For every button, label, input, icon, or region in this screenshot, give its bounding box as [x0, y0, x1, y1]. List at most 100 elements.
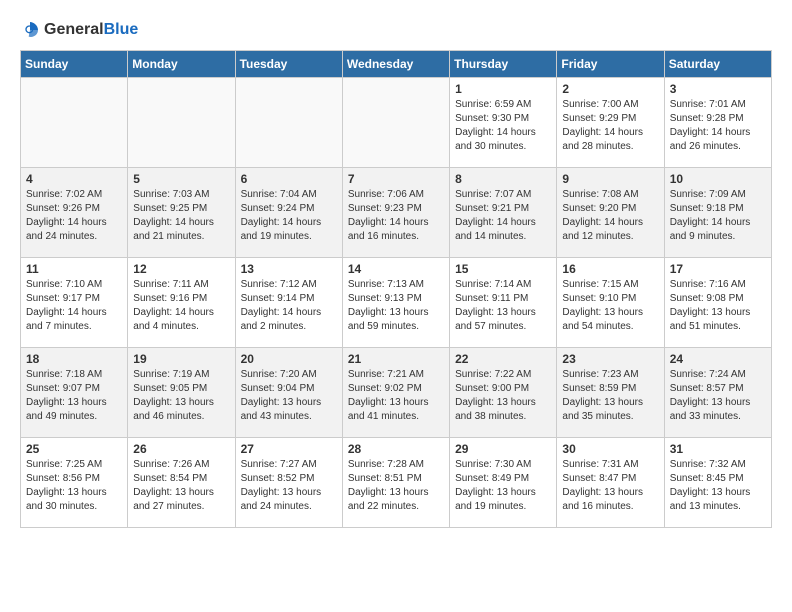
day-number: 15 [455, 262, 551, 276]
day-info: Sunrise: 7:20 AM Sunset: 9:04 PM Dayligh… [241, 368, 337, 424]
week-row-1: 1 Sunrise: 6:59 AM Sunset: 9:30 PM Daylig… [21, 78, 772, 168]
calendar-cell: 26 Sunrise: 7:26 AM Sunset: 8:54 PM Dayli… [128, 438, 235, 528]
calendar-cell: 16 Sunrise: 7:15 AM Sunset: 9:10 PM Dayli… [557, 258, 664, 348]
day-info: Sunrise: 7:06 AM Sunset: 9:23 PM Dayligh… [348, 188, 444, 244]
calendar-cell: 20 Sunrise: 7:20 AM Sunset: 9:04 PM Dayli… [235, 348, 342, 438]
day-info: Sunrise: 7:25 AM Sunset: 8:56 PM Dayligh… [26, 458, 122, 514]
column-header-wednesday: Wednesday [342, 51, 449, 78]
logo: GeneralBlue [20, 20, 138, 40]
calendar-cell: 3 Sunrise: 7:01 AM Sunset: 9:28 PM Daylig… [664, 78, 771, 168]
calendar-cell: 2 Sunrise: 7:00 AM Sunset: 9:29 PM Daylig… [557, 78, 664, 168]
day-number: 20 [241, 352, 337, 366]
calendar-cell: 4 Sunrise: 7:02 AM Sunset: 9:26 PM Daylig… [21, 168, 128, 258]
day-number: 16 [562, 262, 658, 276]
day-info: Sunrise: 7:19 AM Sunset: 9:05 PM Dayligh… [133, 368, 229, 424]
day-info: Sunrise: 7:31 AM Sunset: 8:47 PM Dayligh… [562, 458, 658, 514]
column-header-monday: Monday [128, 51, 235, 78]
day-info: Sunrise: 7:09 AM Sunset: 9:18 PM Dayligh… [670, 188, 766, 244]
day-number: 3 [670, 82, 766, 96]
calendar-cell: 27Sunrise: 7:27 AM Sunset: 8:52 PM Dayli… [235, 438, 342, 528]
day-info: Sunrise: 7:11 AM Sunset: 9:16 PM Dayligh… [133, 278, 229, 334]
day-info: Sunrise: 7:04 AM Sunset: 9:24 PM Dayligh… [241, 188, 337, 244]
day-info: Sunrise: 6:59 AM Sunset: 9:30 PM Dayligh… [455, 98, 551, 154]
logo-general: GeneralBlue [44, 22, 138, 38]
day-info: Sunrise: 7:02 AM Sunset: 9:26 PM Dayligh… [26, 188, 122, 244]
day-number: 4 [26, 172, 122, 186]
calendar-cell: 18 Sunrise: 7:18 AM Sunset: 9:07 PM Dayli… [21, 348, 128, 438]
day-number: 9 [562, 172, 658, 186]
day-number: 2 [562, 82, 658, 96]
calendar-cell: 24Sunrise: 7:24 AM Sunset: 8:57 PM Dayli… [664, 348, 771, 438]
day-number: 13 [241, 262, 337, 276]
week-row-5: 25 Sunrise: 7:25 AM Sunset: 8:56 PM Dayli… [21, 438, 772, 528]
column-header-sunday: Sunday [21, 51, 128, 78]
calendar-table: SundayMondayTuesdayWednesdayThursdayFrid… [20, 50, 772, 528]
calendar-cell: 23 Sunrise: 7:23 AM Sunset: 8:59 PM Dayli… [557, 348, 664, 438]
day-info: Sunrise: 7:22 AM Sunset: 9:00 PM Dayligh… [455, 368, 551, 424]
day-info: Sunrise: 7:13 AM Sunset: 9:13 PM Dayligh… [348, 278, 444, 334]
calendar-cell: 21 Sunrise: 7:21 AM Sunset: 9:02 PM Dayli… [342, 348, 449, 438]
day-number: 6 [241, 172, 337, 186]
day-info: Sunrise: 7:14 AM Sunset: 9:11 PM Dayligh… [455, 278, 551, 334]
day-info: Sunrise: 7:24 AM Sunset: 8:57 PM Dayligh… [670, 368, 766, 424]
day-info: Sunrise: 7:01 AM Sunset: 9:28 PM Dayligh… [670, 98, 766, 154]
day-info: Sunrise: 7:07 AM Sunset: 9:21 PM Dayligh… [455, 188, 551, 244]
calendar-cell: 12 Sunrise: 7:11 AM Sunset: 9:16 PM Dayli… [128, 258, 235, 348]
calendar-cell: 14 Sunrise: 7:13 AM Sunset: 9:13 PM Dayli… [342, 258, 449, 348]
day-number: 11 [26, 262, 122, 276]
calendar-cell: 19Sunrise: 7:19 AM Sunset: 9:05 PM Dayli… [128, 348, 235, 438]
day-number: 1 [455, 82, 551, 96]
day-number: 22 [455, 352, 551, 366]
day-number: 8 [455, 172, 551, 186]
calendar-cell [235, 78, 342, 168]
day-number: 28 [348, 442, 444, 456]
calendar-cell: 5Sunrise: 7:03 AM Sunset: 9:25 PM Daylig… [128, 168, 235, 258]
day-number: 18 [26, 352, 122, 366]
week-row-3: 11 Sunrise: 7:10 AM Sunset: 9:17 PM Dayli… [21, 258, 772, 348]
day-info: Sunrise: 7:32 AM Sunset: 8:45 PM Dayligh… [670, 458, 766, 514]
day-info: Sunrise: 7:28 AM Sunset: 8:51 PM Dayligh… [348, 458, 444, 514]
day-info: Sunrise: 7:00 AM Sunset: 9:29 PM Dayligh… [562, 98, 658, 154]
day-number: 25 [26, 442, 122, 456]
day-info: Sunrise: 7:15 AM Sunset: 9:10 PM Dayligh… [562, 278, 658, 334]
column-header-tuesday: Tuesday [235, 51, 342, 78]
day-number: 29 [455, 442, 551, 456]
day-number: 10 [670, 172, 766, 186]
calendar-cell: 6 Sunrise: 7:04 AM Sunset: 9:24 PM Daylig… [235, 168, 342, 258]
day-number: 21 [348, 352, 444, 366]
day-number: 14 [348, 262, 444, 276]
day-info: Sunrise: 7:08 AM Sunset: 9:20 PM Dayligh… [562, 188, 658, 244]
logo-icon [20, 20, 40, 40]
day-number: 7 [348, 172, 444, 186]
calendar-cell: 30 Sunrise: 7:31 AM Sunset: 8:47 PM Dayli… [557, 438, 664, 528]
calendar-cell: 17Sunrise: 7:16 AM Sunset: 9:08 PM Dayli… [664, 258, 771, 348]
calendar-cell [342, 78, 449, 168]
day-info: Sunrise: 7:30 AM Sunset: 8:49 PM Dayligh… [455, 458, 551, 514]
day-info: Sunrise: 7:21 AM Sunset: 9:02 PM Dayligh… [348, 368, 444, 424]
calendar-cell: 25 Sunrise: 7:25 AM Sunset: 8:56 PM Dayli… [21, 438, 128, 528]
day-info: Sunrise: 7:26 AM Sunset: 8:54 PM Dayligh… [133, 458, 229, 514]
column-header-saturday: Saturday [664, 51, 771, 78]
day-info: Sunrise: 7:23 AM Sunset: 8:59 PM Dayligh… [562, 368, 658, 424]
day-number: 30 [562, 442, 658, 456]
calendar-cell: 11 Sunrise: 7:10 AM Sunset: 9:17 PM Dayli… [21, 258, 128, 348]
day-info: Sunrise: 7:16 AM Sunset: 9:08 PM Dayligh… [670, 278, 766, 334]
calendar-cell: 1 Sunrise: 6:59 AM Sunset: 9:30 PM Daylig… [450, 78, 557, 168]
week-row-2: 4 Sunrise: 7:02 AM Sunset: 9:26 PM Daylig… [21, 168, 772, 258]
calendar-cell: 29 Sunrise: 7:30 AM Sunset: 8:49 PM Dayli… [450, 438, 557, 528]
day-info: Sunrise: 7:03 AM Sunset: 9:25 PM Dayligh… [133, 188, 229, 244]
header-row: SundayMondayTuesdayWednesdayThursdayFrid… [21, 51, 772, 78]
calendar-cell [128, 78, 235, 168]
calendar-cell: 15 Sunrise: 7:14 AM Sunset: 9:11 PM Dayli… [450, 258, 557, 348]
day-number: 27 [241, 442, 337, 456]
week-row-4: 18 Sunrise: 7:18 AM Sunset: 9:07 PM Dayli… [21, 348, 772, 438]
calendar-cell: 28 Sunrise: 7:28 AM Sunset: 8:51 PM Dayli… [342, 438, 449, 528]
calendar-cell: 10 Sunrise: 7:09 AM Sunset: 9:18 PM Dayli… [664, 168, 771, 258]
day-info: Sunrise: 7:10 AM Sunset: 9:17 PM Dayligh… [26, 278, 122, 334]
day-number: 12 [133, 262, 229, 276]
day-info: Sunrise: 7:18 AM Sunset: 9:07 PM Dayligh… [26, 368, 122, 424]
calendar-cell: 13Sunrise: 7:12 AM Sunset: 9:14 PM Dayli… [235, 258, 342, 348]
calendar-cell: 7 Sunrise: 7:06 AM Sunset: 9:23 PM Daylig… [342, 168, 449, 258]
day-number: 23 [562, 352, 658, 366]
day-number: 26 [133, 442, 229, 456]
